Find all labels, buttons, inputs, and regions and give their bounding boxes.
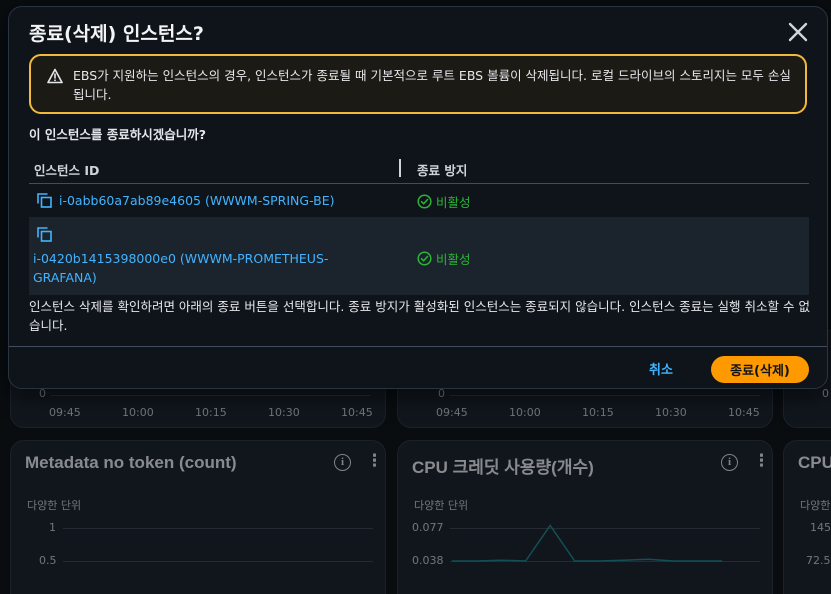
column-header-instance-id: 인스턴스 ID	[34, 163, 100, 178]
termination-protection-status: 비활성	[417, 192, 471, 211]
footer-divider	[9, 346, 827, 347]
termination-protection-status: 비활성	[417, 249, 471, 268]
status-text: 비활성	[436, 252, 471, 267]
cancel-button[interactable]: 취소	[649, 359, 673, 378]
instance-link[interactable]: i-0abb60a7ab89e4605 (WWWM-SPRING-BE)	[59, 191, 335, 210]
table-row: i-0abb60a7ab89e4605 (WWWM-SPRING-BE) 비활성	[29, 184, 809, 216]
table-row: i-0420b1415398000e0 (WWWM-PROMETHEUS-GRA…	[29, 217, 809, 295]
confirm-question: 이 인스턴스를 종료하시겠습니까?	[29, 127, 206, 142]
check-circle-icon	[417, 194, 432, 209]
copy-icon[interactable]	[37, 227, 52, 242]
status-text: 비활성	[436, 195, 471, 210]
column-header-termination-protection: 종료 방지	[417, 163, 468, 178]
column-divider[interactable]	[399, 159, 401, 177]
terminate-button[interactable]: 종료(삭제)	[711, 356, 809, 383]
terminate-instance-dialog: 종료(삭제) 인스턴스? EBS가 지원하는 인스턴스의 경우, 인스턴스가 종…	[8, 6, 828, 389]
copy-icon[interactable]	[37, 193, 52, 208]
warning-icon	[47, 68, 63, 84]
instance-link[interactable]: i-0420b1415398000e0 (WWWM-PROMETHEUS-GRA…	[33, 249, 363, 287]
close-icon[interactable]	[787, 21, 809, 43]
warning-alert: EBS가 지원하는 인스턴스의 경우, 인스턴스가 종료될 때 기본적으로 루트…	[29, 54, 807, 114]
dialog-title: 종료(삭제) 인스턴스?	[29, 23, 204, 45]
check-circle-icon	[417, 251, 432, 266]
warning-text: EBS가 지원하는 인스턴스의 경우, 인스턴스가 종료될 때 기본적으로 루트…	[73, 68, 791, 102]
confirmation-note: 인스턴스 삭제를 확인하려면 아래의 종료 버튼을 선택합니다. 종료 방지가 …	[29, 299, 810, 333]
